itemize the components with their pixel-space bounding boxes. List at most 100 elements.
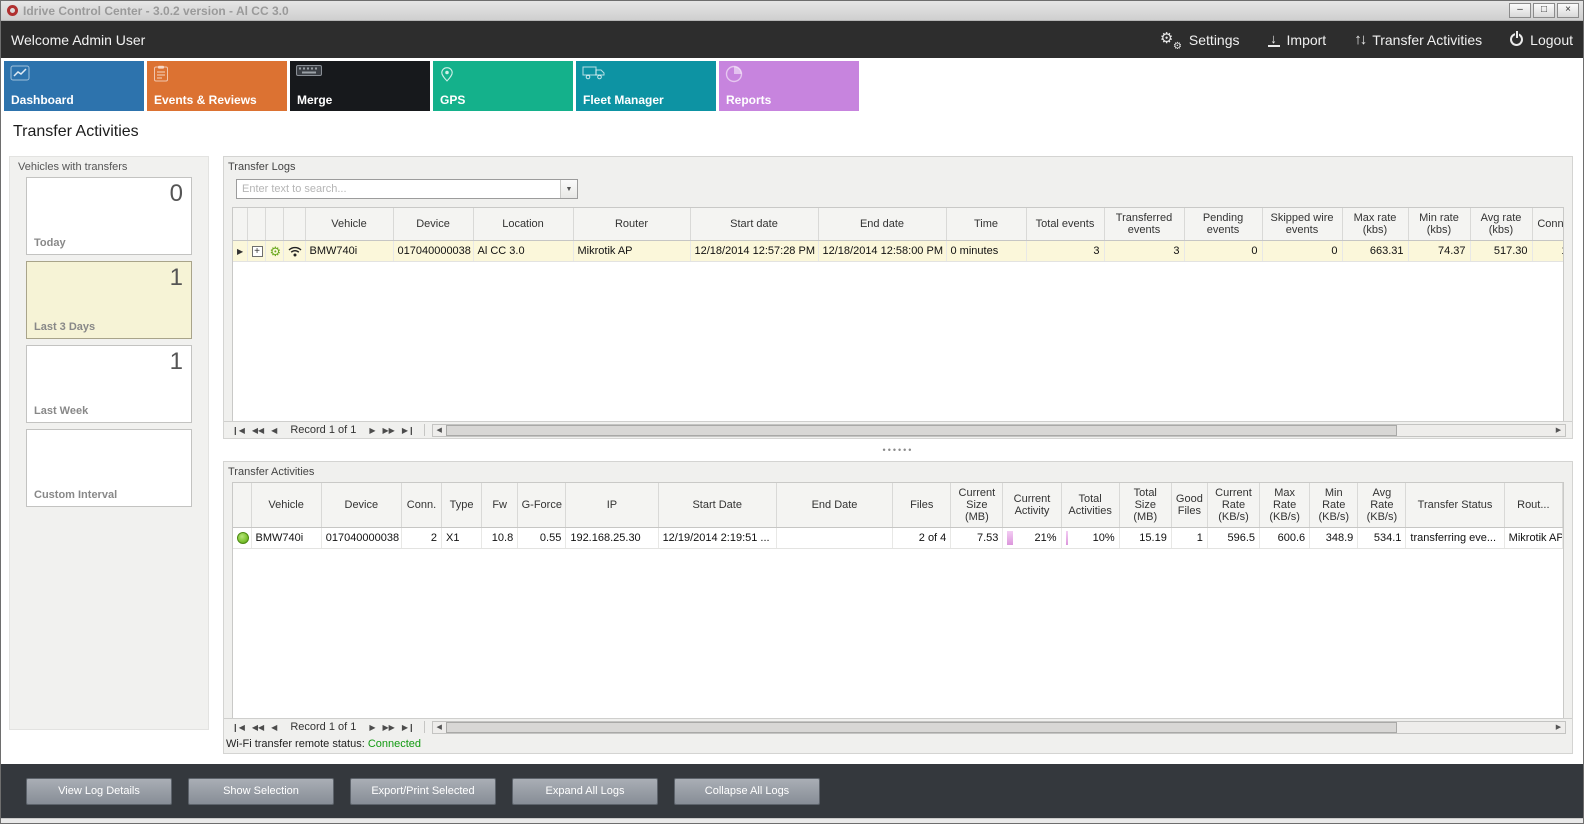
nav-tile-merge[interactable]: Merge <box>290 61 430 111</box>
column-header[interactable]: Avg rate (kbs) <box>1470 208 1532 241</box>
panel-splitter[interactable]: •••••• <box>223 439 1573 461</box>
last-page-button[interactable]: ▶❙ <box>400 426 417 435</box>
search-input[interactable] <box>237 180 560 198</box>
last-page-button[interactable]: ▶❙ <box>400 723 417 732</box>
record-count-text: Record 1 of 1 <box>290 424 356 436</box>
nav-tile-fleet-manager[interactable]: Fleet Manager <box>576 61 716 111</box>
truck-icon <box>582 65 606 83</box>
fast-prev-button[interactable]: ◀◀ <box>250 723 266 732</box>
column-header[interactable]: Conn. <box>1532 208 1564 241</box>
column-header[interactable]: Min rate (kbs) <box>1408 208 1470 241</box>
filter-card-custom-interval[interactable]: Custom Interval <box>26 429 192 507</box>
column-header[interactable] <box>233 483 251 528</box>
table-cell: 21% <box>1003 528 1061 549</box>
minimize-button[interactable]: – <box>1509 3 1531 18</box>
column-header[interactable]: Skipped wire events <box>1262 208 1342 241</box>
column-header[interactable] <box>233 208 247 241</box>
column-header[interactable]: Time <box>946 208 1026 241</box>
column-header[interactable]: Rout... <box>1504 483 1562 528</box>
column-header[interactable]: Start Date <box>658 483 776 528</box>
first-page-button[interactable]: ❙◀ <box>230 723 247 732</box>
column-header[interactable] <box>265 208 283 241</box>
scroll-left-icon[interactable]: ◀ <box>433 425 446 436</box>
chevron-down-icon[interactable]: ▼ <box>560 180 577 198</box>
column-header[interactable]: Total Size (MB) <box>1119 483 1171 528</box>
settings-button[interactable]: ⚙⚙ Settings <box>1160 31 1240 49</box>
next-page-button[interactable]: ▶ <box>367 723 377 732</box>
window-title: Idrive Control Center - 3.0.2 version - … <box>23 4 1509 18</box>
column-header[interactable]: Start date <box>690 208 818 241</box>
column-header[interactable]: Total Activities <box>1061 483 1119 528</box>
scrollbar-track[interactable] <box>446 722 1552 733</box>
nav-tile-dashboard[interactable]: Dashboard <box>4 61 144 111</box>
column-header[interactable]: Max Rate (KB/s) <box>1260 483 1310 528</box>
fast-next-button[interactable]: ▶▶ <box>381 723 397 732</box>
column-header[interactable]: End Date <box>776 483 892 528</box>
transfer-logs-pager: ❙◀ ◀◀ ◀ Record 1 of 1 ▶ ▶▶ ▶❙ ◀ ▶ <box>224 421 1572 438</box>
table-row[interactable]: ▶+⚙BMW740i017040000038Al CC 3.0Mikrotik … <box>233 241 1564 262</box>
table-cell: 74.37 <box>1408 241 1470 262</box>
scrollbar-track[interactable] <box>446 425 1552 436</box>
column-header[interactable]: Pending events <box>1184 208 1262 241</box>
horizontal-scrollbar[interactable]: ◀ ▶ <box>432 424 1566 437</box>
horizontal-scrollbar[interactable]: ◀ ▶ <box>432 721 1566 734</box>
prev-page-button[interactable]: ◀ <box>269 426 279 435</box>
column-header[interactable]: Files <box>893 483 951 528</box>
next-page-button[interactable]: ▶ <box>367 426 377 435</box>
transfer-activities-button[interactable]: ↑↓ Transfer Activities <box>1354 31 1482 48</box>
column-header[interactable]: Current Rate (KB/s) <box>1207 483 1259 528</box>
close-button[interactable]: × <box>1557 3 1579 18</box>
filter-card-today[interactable]: 0 Today <box>26 177 192 255</box>
column-header[interactable]: Router <box>573 208 690 241</box>
column-header[interactable]: End date <box>818 208 946 241</box>
column-header[interactable]: Avg Rate (KB/s) <box>1358 483 1406 528</box>
column-header[interactable]: Location <box>473 208 573 241</box>
gear-icon[interactable]: ⚙ <box>270 245 282 258</box>
column-header[interactable]: Conn. <box>401 483 441 528</box>
nav-tile-gps[interactable]: GPS <box>433 61 573 111</box>
column-header[interactable]: Fw <box>482 483 518 528</box>
table-row[interactable]: BMW740i0170400000382X110.80.55192.168.25… <box>233 528 1563 549</box>
column-header[interactable]: Max rate (kbs) <box>1342 208 1408 241</box>
column-header[interactable]: Current Activity <box>1003 483 1061 528</box>
scrollbar-thumb[interactable] <box>446 425 1397 436</box>
column-header[interactable]: Device <box>321 483 401 528</box>
fast-next-button[interactable]: ▶▶ <box>381 426 397 435</box>
column-header[interactable]: Transferred events <box>1104 208 1184 241</box>
scrollbar-thumb[interactable] <box>446 722 1397 733</box>
column-header[interactable]: Device <box>393 208 473 241</box>
filter-card-last-3-days[interactable]: 1 Last 3 Days <box>26 261 192 339</box>
maximize-button[interactable]: □ <box>1533 3 1555 18</box>
table-cell <box>233 528 251 549</box>
first-page-button[interactable]: ❙◀ <box>230 426 247 435</box>
column-header[interactable] <box>247 208 265 241</box>
expand-plus-icon[interactable]: + <box>252 246 263 257</box>
fast-prev-button[interactable]: ◀◀ <box>250 426 266 435</box>
column-header[interactable]: IP <box>566 483 658 528</box>
column-header[interactable]: Transfer Status <box>1406 483 1504 528</box>
column-header[interactable]: Vehicle <box>305 208 393 241</box>
column-header[interactable]: Type <box>442 483 482 528</box>
expand-all-logs-button[interactable]: Expand All Logs <box>512 778 658 805</box>
view-log-details-button[interactable]: View Log Details <box>26 778 172 805</box>
column-header[interactable]: Good Files <box>1171 483 1207 528</box>
sidebar-title: Vehicles with transfers <box>10 157 208 177</box>
nav-tile-events-reviews[interactable]: Events & Reviews <box>147 61 287 111</box>
show-selection-button[interactable]: Show Selection <box>188 778 334 805</box>
prev-page-button[interactable]: ◀ <box>269 723 279 732</box>
logout-button[interactable]: Logout <box>1510 32 1573 48</box>
nav-tile-reports[interactable]: Reports <box>719 61 859 111</box>
import-button[interactable]: ↓ Import <box>1268 32 1327 48</box>
column-header[interactable]: G-Force <box>518 483 566 528</box>
scroll-right-icon[interactable]: ▶ <box>1552 722 1565 733</box>
column-header[interactable]: Min Rate (KB/s) <box>1310 483 1358 528</box>
column-header[interactable]: Current Size (MB) <box>951 483 1003 528</box>
scroll-right-icon[interactable]: ▶ <box>1552 425 1565 436</box>
filter-card-last-week[interactable]: 1 Last Week <box>26 345 192 423</box>
column-header[interactable]: Total events <box>1026 208 1104 241</box>
scroll-left-icon[interactable]: ◀ <box>433 722 446 733</box>
column-header[interactable]: Vehicle <box>251 483 321 528</box>
export-print-selected-button[interactable]: Export/Print Selected <box>350 778 496 805</box>
collapse-all-logs-button[interactable]: Collapse All Logs <box>674 778 820 805</box>
column-header[interactable] <box>283 208 305 241</box>
